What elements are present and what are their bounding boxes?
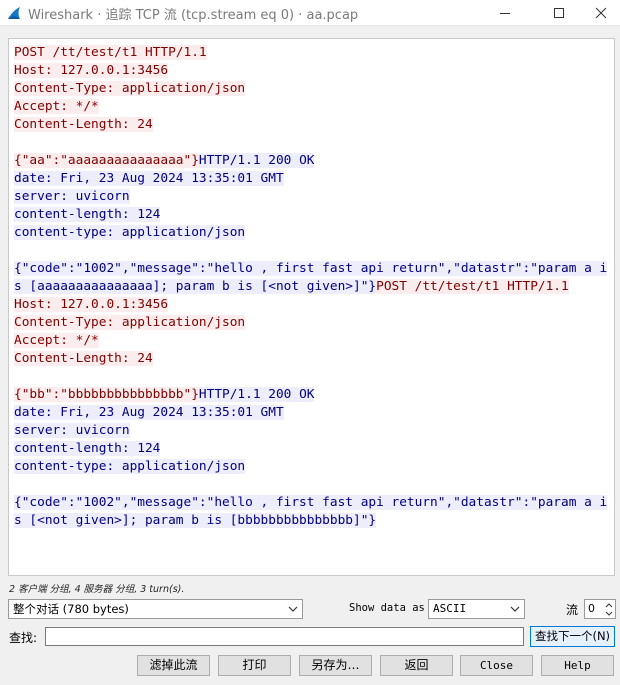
- spin-down-icon[interactable]: [605, 610, 613, 617]
- chevron-down-icon: [510, 606, 520, 612]
- wireshark-fin-icon: [6, 5, 22, 21]
- maximize-icon: [554, 8, 564, 18]
- find-input[interactable]: [45, 627, 524, 646]
- close-window-button[interactable]: [578, 0, 620, 26]
- find-label: 查找:: [9, 631, 38, 645]
- show-data-as-label: Show data as: [349, 602, 425, 614]
- help-button[interactable]: Help: [541, 655, 614, 676]
- print-button[interactable]: 打印: [218, 655, 291, 676]
- conversation-select-value: 整个对话 (780 bytes): [13, 602, 129, 616]
- save-as-button[interactable]: 另存为…: [299, 655, 372, 676]
- find-next-button[interactable]: 查找下一个(N): [530, 626, 615, 647]
- client-segment: POST /tt/test/t1 HTTP/1.1 Host: 127.0.0.…: [14, 279, 569, 402]
- conversation-select[interactable]: 整个对话 (780 bytes): [8, 599, 303, 619]
- maximize-button[interactable]: [536, 0, 582, 26]
- spin-up-icon[interactable]: [605, 602, 613, 609]
- back-button[interactable]: 返回: [380, 655, 453, 676]
- format-select-value: ASCII: [433, 602, 467, 615]
- stream-number-label: 流: [566, 603, 579, 617]
- chevron-down-icon: [288, 606, 298, 612]
- close-icon: [595, 7, 607, 19]
- stream-number-spinbox[interactable]: 0: [584, 599, 616, 619]
- tcp-stream-view[interactable]: POST /tt/test/t1 HTTP/1.1 Host: 127.0.0.…: [8, 38, 615, 576]
- client-segment: POST /tt/test/t1 HTTP/1.1 Host: 127.0.0.…: [14, 45, 246, 168]
- title-bar: Wireshark · 追踪 TCP 流 (tcp.stream eq 0) ·…: [0, 0, 620, 26]
- filter-out-stream-button[interactable]: 滤掉此流: [137, 655, 210, 676]
- stream-number-value: 0: [588, 602, 595, 615]
- minimize-button[interactable]: [482, 0, 528, 26]
- window-title: Wireshark · 追踪 TCP 流 (tcp.stream eq 0) ·…: [28, 8, 359, 23]
- server-segment: HTTP/1.1 200 OK date: Fri, 23 Aug 2024 1…: [14, 387, 608, 528]
- minimize-icon: [500, 13, 510, 14]
- server-segment: HTTP/1.1 200 OK date: Fri, 23 Aug 2024 1…: [14, 153, 608, 294]
- close-button[interactable]: Close: [460, 655, 533, 676]
- format-select[interactable]: ASCII: [428, 599, 525, 619]
- stream-summary: 2 客户端 分组, 4 服务器 分组, 3 turn(s).: [9, 584, 185, 595]
